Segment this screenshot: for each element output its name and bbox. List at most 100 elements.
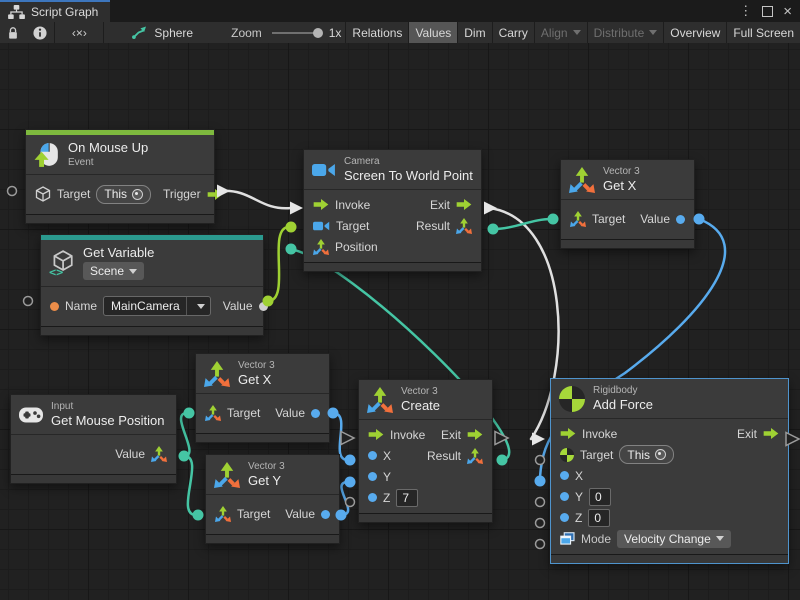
flow-arrow-icon[interactable] — [456, 199, 472, 210]
flow-arrow-icon[interactable] — [560, 428, 576, 439]
camera-port-icon[interactable] — [313, 220, 330, 232]
vector3-port-icon[interactable] — [151, 446, 167, 462]
float-port-dot[interactable] — [368, 451, 377, 460]
close-icon[interactable]: × — [783, 3, 792, 20]
node-on-mouse-up[interactable]: On Mouse Up Event Target This Trigger — [25, 129, 215, 224]
wire-trigger-to-invoke — [222, 191, 291, 208]
mouse-up-icon — [34, 142, 60, 168]
node-footer — [206, 534, 339, 543]
this-target-chip[interactable]: This — [96, 185, 151, 204]
variable-kind-dropdown[interactable]: Scene — [83, 262, 144, 280]
maximize-icon[interactable] — [762, 6, 773, 17]
force-mode-dropdown[interactable]: Velocity Change — [617, 530, 731, 548]
port-create-z-in — [346, 498, 355, 507]
zoom-slider-knob[interactable] — [313, 28, 323, 38]
graph-breadcrumb[interactable]: Sphere — [126, 22, 199, 43]
rigidbody-port-icon[interactable] — [560, 448, 574, 462]
carry-toggle[interactable]: Carry — [493, 22, 534, 43]
flow-arrow-icon[interactable] — [763, 428, 779, 439]
node-get-variable[interactable]: Get Variable Scene Name MainCamera — [40, 234, 264, 336]
vector3-port-icon[interactable] — [205, 405, 221, 421]
float-port-dot[interactable] — [321, 510, 330, 519]
node-get-x-top[interactable]: Vector 3 Get X Target Value — [560, 159, 695, 249]
node-title: Get Y — [248, 474, 285, 488]
y-label: Y — [383, 470, 391, 484]
overview-button[interactable]: Overview — [664, 22, 726, 43]
info-icon — [33, 26, 47, 40]
float-port-dot[interactable] — [560, 513, 569, 522]
vector3-port-icon[interactable] — [467, 448, 483, 464]
port-addforce-target-in — [536, 456, 545, 465]
z-value-field[interactable]: 7 — [396, 489, 418, 507]
node-category: Vector 3 — [248, 461, 285, 472]
exit-label: Exit — [430, 198, 450, 212]
port-addforce-y-in — [536, 498, 545, 507]
float-port-dot[interactable] — [311, 409, 320, 418]
y-value-field[interactable]: 0 — [589, 488, 611, 506]
float-port-dot[interactable] — [560, 471, 569, 480]
port-camera-result-out — [488, 224, 499, 235]
port-row-invoke-exit: Invoke Exit — [304, 194, 481, 215]
float-port-dot[interactable] — [368, 493, 377, 502]
object-port-dot[interactable] — [259, 302, 268, 311]
graph-toolbar: ‹×› Sphere Zoom 1x Relations Values Dim … — [0, 22, 800, 44]
code-preview-button[interactable]: ‹×› — [55, 22, 103, 43]
node-vector3-create[interactable]: Vector 3 Create Invoke Exit X Result — [358, 379, 493, 523]
float-port-dot[interactable] — [368, 472, 377, 481]
this-target-chip[interactable]: This — [619, 445, 674, 464]
info-button[interactable] — [26, 22, 54, 43]
node-title: On Mouse Up — [68, 141, 148, 155]
result-label: Result — [427, 449, 461, 463]
port-row-target-result: Target Result — [304, 215, 481, 236]
port-row-z: Z 7 — [359, 487, 492, 508]
node-category: Vector 3 — [401, 386, 440, 397]
node-add-force[interactable]: Rigidbody Add Force Invoke Exit Target T… — [550, 378, 789, 564]
port-row-value: Value — [11, 439, 176, 469]
node-get-y[interactable]: Vector 3 Get Y Target Value — [205, 454, 340, 544]
fullscreen-button[interactable]: Full Screen — [727, 22, 800, 43]
variable-name-dropdown[interactable]: MainCamera — [103, 296, 211, 316]
float-port-dot[interactable] — [676, 215, 685, 224]
vector3-port-icon[interactable] — [313, 239, 329, 255]
node-category: Vector 3 — [603, 166, 640, 177]
string-port-dot[interactable] — [50, 302, 59, 311]
node-get-mouse-position[interactable]: Input Get Mouse Position Value — [10, 394, 177, 484]
node-footer — [26, 214, 214, 223]
float-port-dot[interactable] — [560, 492, 569, 501]
port-getxtop-target-in — [548, 214, 559, 225]
vector3-port-icon[interactable] — [570, 211, 586, 227]
dim-toggle[interactable]: Dim — [458, 22, 491, 43]
window-menu-icon[interactable]: ⋮ — [739, 3, 752, 19]
vector3-port-icon[interactable] — [215, 506, 231, 522]
vector3-icon — [569, 167, 595, 193]
flow-arrow-icon[interactable] — [467, 429, 483, 440]
gameobject-cube-icon[interactable] — [35, 186, 51, 202]
align-dropdown[interactable]: Align — [535, 22, 587, 43]
lock-icon — [7, 26, 19, 40]
flow-arrow-icon[interactable] — [368, 429, 384, 440]
graph-canvas[interactable]: On Mouse Up Event Target This Trigger — [0, 43, 800, 600]
port-addforce-mode-in — [536, 540, 545, 549]
distribute-dropdown[interactable]: Distribute — [588, 22, 664, 43]
flow-arrow-icon[interactable] — [207, 189, 223, 200]
z-value-field[interactable]: 0 — [588, 509, 610, 527]
vector3-port-icon[interactable] — [456, 218, 472, 234]
flow-arrow-icon[interactable] — [313, 199, 329, 210]
port-row-target-value: Target Value — [206, 499, 339, 529]
node-category: Vector 3 — [238, 360, 275, 371]
wire-gety-to-create-y — [341, 482, 348, 515]
vector3-icon — [214, 462, 240, 488]
force-mode-icon[interactable] — [560, 532, 575, 545]
tab-script-graph[interactable]: Script Graph — [0, 0, 110, 22]
trigger-label: Trigger — [163, 187, 201, 201]
values-toggle[interactable]: Values — [409, 22, 457, 43]
lock-button[interactable] — [0, 22, 26, 43]
chevron-down-icon — [197, 304, 205, 309]
z-label: Z — [383, 491, 390, 505]
zoom-slider[interactable] — [272, 32, 321, 34]
node-get-x[interactable]: Vector 3 Get X Target Value — [195, 353, 330, 443]
target-label: Target — [336, 219, 369, 233]
node-screen-to-world-point[interactable]: Camera Screen To World Point Invoke Exit… — [303, 149, 482, 272]
relations-toggle[interactable]: Relations — [346, 22, 408, 43]
wire-getx-to-create-x — [333, 413, 348, 460]
